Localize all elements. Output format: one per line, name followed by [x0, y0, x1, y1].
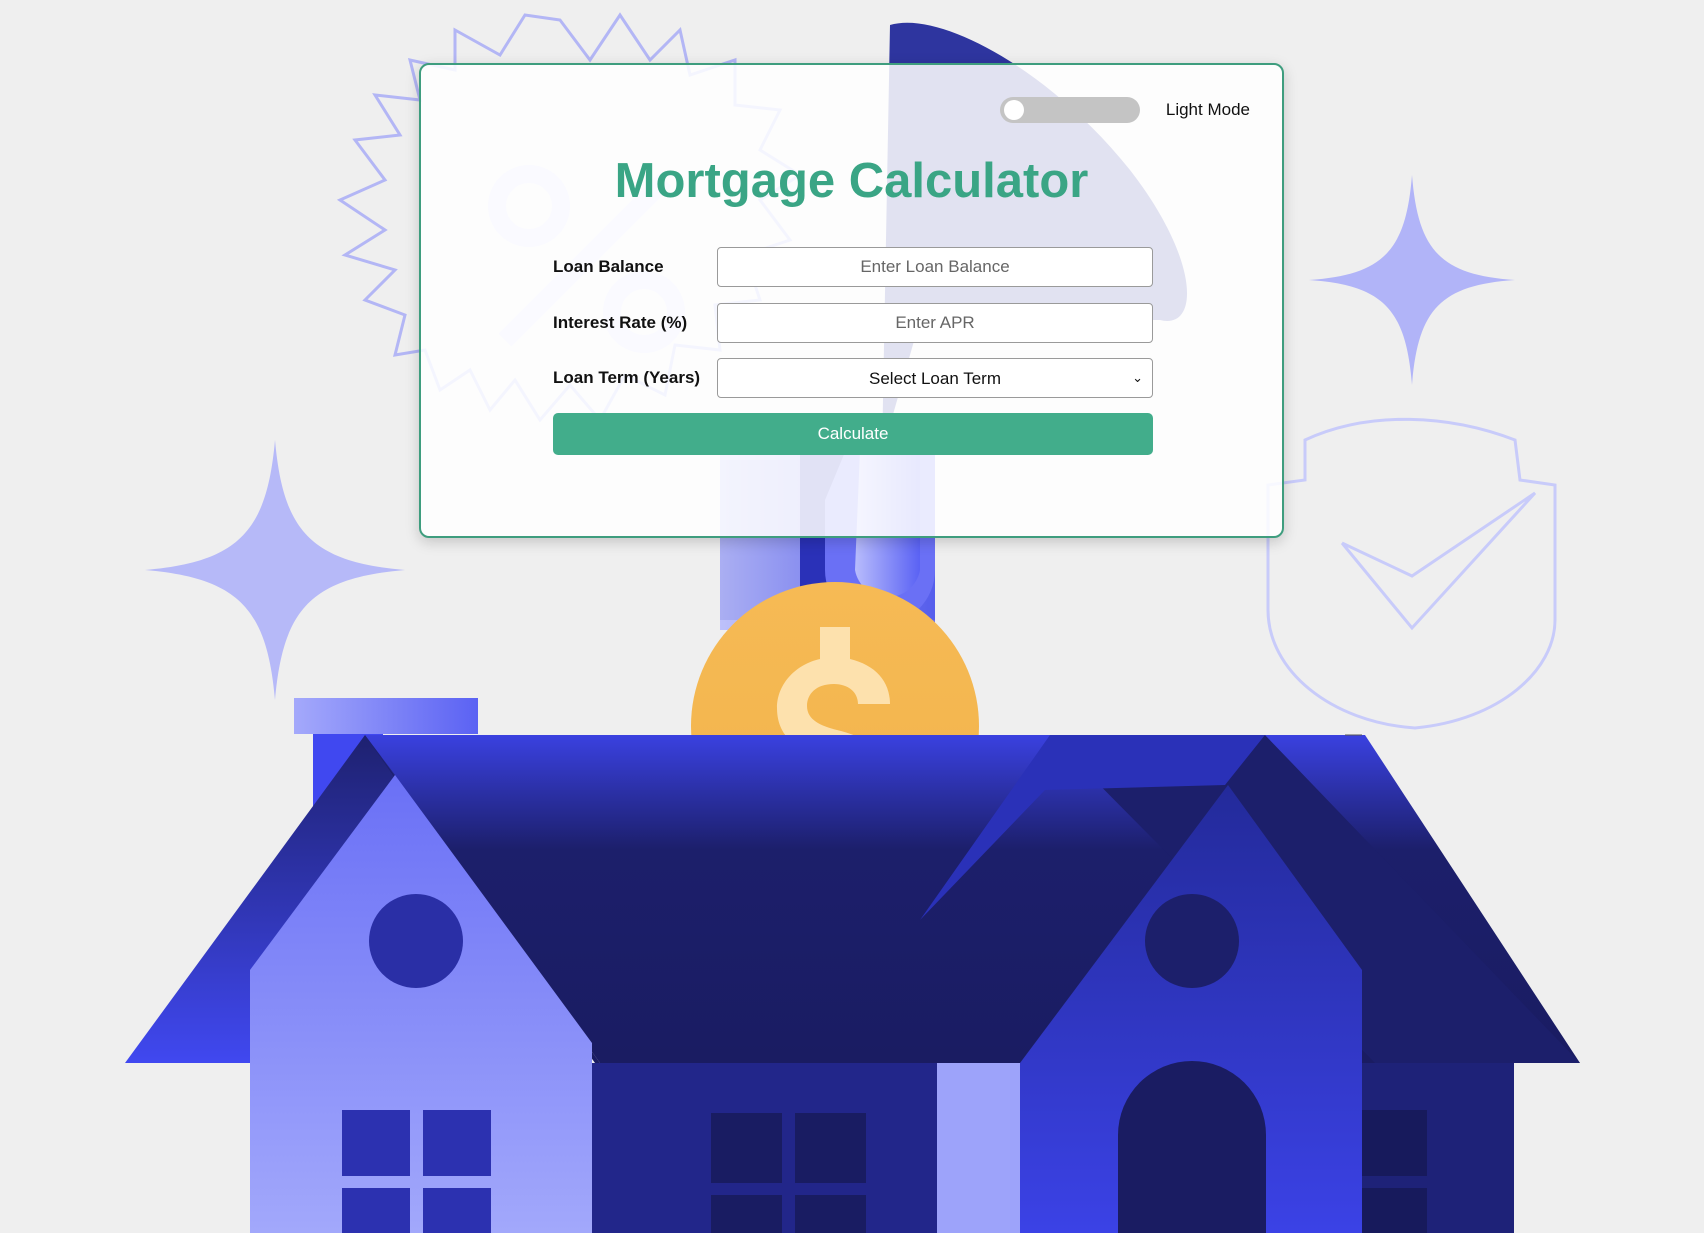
calculator-card: Light Mode Mortgage Calculator Loan Bala… — [419, 63, 1284, 538]
interest-rate-label: Interest Rate (%) — [553, 313, 688, 332]
calculate-button[interactable]: Calculate — [553, 413, 1153, 455]
page-title: Mortgage Calculator — [614, 154, 1089, 208]
interest-rate-row: Interest Rate (%) — [553, 303, 1153, 343]
toggle-knob — [1003, 100, 1024, 120]
theme-toggle-label: Light Mode — [1165, 100, 1250, 119]
theme-toggle-group: Light Mode — [999, 97, 1250, 123]
interest-rate-input[interactable] — [717, 303, 1153, 343]
sparkle-icon — [145, 440, 405, 700]
shield-check-icon — [1266, 417, 1557, 730]
loan-term-select[interactable]: Select Loan Term — [717, 358, 1153, 398]
loan-balance-label: Loan Balance — [553, 257, 664, 276]
loan-balance-row: Loan Balance — [553, 247, 1153, 287]
loan-term-label: Loan Term (Years) — [553, 368, 701, 387]
sparkle-icon — [1309, 175, 1515, 385]
door — [1118, 1061, 1266, 1233]
theme-toggle-switch[interactable] — [999, 97, 1140, 123]
loan-balance-input[interactable] — [717, 247, 1153, 287]
loan-term-row: Loan Term (Years) Select Loan Term ⌄ — [553, 358, 1153, 398]
